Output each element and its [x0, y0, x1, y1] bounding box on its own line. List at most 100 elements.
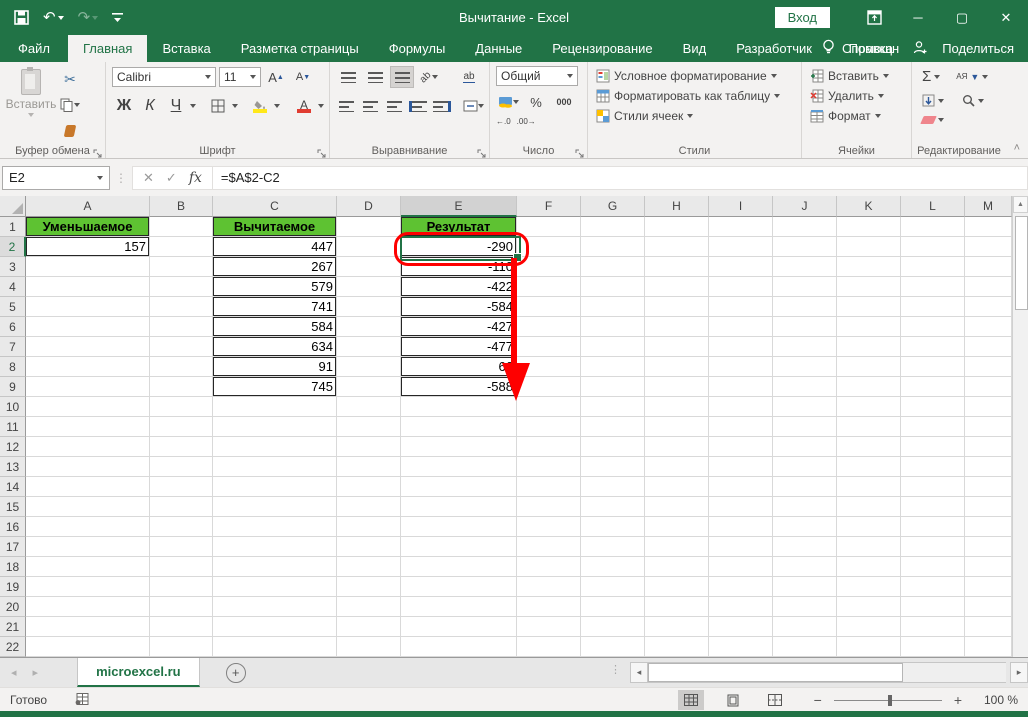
cell-M21[interactable]: [965, 617, 1012, 637]
cell-M6[interactable]: [965, 317, 1012, 337]
cell-E8[interactable]: 66: [401, 357, 517, 377]
cell-L9[interactable]: [901, 377, 965, 397]
cell-F1[interactable]: [517, 217, 581, 237]
column-header-J[interactable]: J: [773, 196, 837, 217]
cell-I21[interactable]: [709, 617, 773, 637]
font-size-select[interactable]: 11: [219, 67, 261, 87]
tab-insert[interactable]: Вставка: [147, 35, 225, 62]
cell-H11[interactable]: [645, 417, 709, 437]
cell-M10[interactable]: [965, 397, 1012, 417]
cell-I18[interactable]: [709, 557, 773, 577]
cell-F20[interactable]: [517, 597, 581, 617]
zoom-in-icon[interactable]: +: [950, 692, 966, 708]
cell-C13[interactable]: [213, 457, 337, 477]
cell-J15[interactable]: [773, 497, 837, 517]
cell-G20[interactable]: [581, 597, 645, 617]
copy-button[interactable]: [58, 94, 82, 116]
cell-E1[interactable]: Результат: [401, 217, 517, 237]
cell-H13[interactable]: [645, 457, 709, 477]
cell-A21[interactable]: [26, 617, 150, 637]
bold-button[interactable]: Ж: [112, 95, 136, 117]
row-header-8[interactable]: 8: [0, 357, 26, 377]
horizontal-scroll-track[interactable]: [648, 662, 1006, 683]
cell-K13[interactable]: [837, 457, 901, 477]
zoom-slider[interactable]: [834, 700, 942, 701]
cell-D21[interactable]: [337, 617, 401, 637]
cell-H7[interactable]: [645, 337, 709, 357]
cell-D15[interactable]: [337, 497, 401, 517]
tab-review[interactable]: Рецензирование: [537, 35, 667, 62]
conditional-formatting-button[interactable]: Условное форматирование: [594, 66, 797, 86]
cell-D16[interactable]: [337, 517, 401, 537]
cell-J19[interactable]: [773, 577, 837, 597]
select-all-corner[interactable]: [0, 196, 26, 217]
zoom-out-icon[interactable]: −: [810, 692, 826, 708]
cell-D11[interactable]: [337, 417, 401, 437]
cell-I11[interactable]: [709, 417, 773, 437]
cell-D3[interactable]: [337, 257, 401, 277]
cell-H17[interactable]: [645, 537, 709, 557]
cell-A5[interactable]: [26, 297, 150, 317]
row-header-19[interactable]: 19: [0, 577, 26, 597]
cell-B22[interactable]: [150, 637, 213, 657]
cell-L13[interactable]: [901, 457, 965, 477]
cancel-icon[interactable]: ✕: [143, 170, 154, 186]
paste-button[interactable]: Вставить: [6, 66, 56, 142]
cell-H16[interactable]: [645, 517, 709, 537]
cell-J11[interactable]: [773, 417, 837, 437]
cell-C11[interactable]: [213, 417, 337, 437]
cell-F7[interactable]: [517, 337, 581, 357]
cell-E19[interactable]: [401, 577, 517, 597]
add-sheet-icon[interactable]: +: [226, 663, 246, 683]
tab-data[interactable]: Данные: [460, 35, 537, 62]
cell-G13[interactable]: [581, 457, 645, 477]
cell-G22[interactable]: [581, 637, 645, 657]
column-header-M[interactable]: M: [965, 196, 1012, 217]
cell-A8[interactable]: [26, 357, 150, 377]
cell-F22[interactable]: [517, 637, 581, 657]
row-header-16[interactable]: 16: [0, 517, 26, 537]
delete-cells-button[interactable]: Удалить: [808, 86, 907, 106]
cell-G6[interactable]: [581, 317, 645, 337]
cell-D9[interactable]: [337, 377, 401, 397]
column-header-F[interactable]: F: [517, 196, 581, 217]
cell-D6[interactable]: [337, 317, 401, 337]
cell-I20[interactable]: [709, 597, 773, 617]
cell-K2[interactable]: [837, 237, 901, 257]
cell-D5[interactable]: [337, 297, 401, 317]
cell-G1[interactable]: [581, 217, 645, 237]
row-header-2[interactable]: 2: [0, 237, 26, 257]
cell-B4[interactable]: [150, 277, 213, 297]
insert-cells-button[interactable]: Вставить: [808, 66, 907, 86]
cell-C20[interactable]: [213, 597, 337, 617]
sort-filter-button[interactable]: АЯ▼: [952, 70, 992, 84]
cell-J2[interactable]: [773, 237, 837, 257]
scroll-right-icon[interactable]: ▸: [1010, 662, 1028, 683]
cell-G8[interactable]: [581, 357, 645, 377]
cell-B7[interactable]: [150, 337, 213, 357]
cell-D4[interactable]: [337, 277, 401, 297]
column-header-H[interactable]: H: [645, 196, 709, 217]
cut-button[interactable]: ✂: [58, 68, 82, 90]
align-right-button[interactable]: [384, 95, 405, 117]
cell-J20[interactable]: [773, 597, 837, 617]
cell-F8[interactable]: [517, 357, 581, 377]
cell-H5[interactable]: [645, 297, 709, 317]
cell-M5[interactable]: [965, 297, 1012, 317]
row-header-4[interactable]: 4: [0, 277, 26, 297]
percent-style-button[interactable]: %: [524, 91, 548, 113]
vertical-scroll-thumb[interactable]: [1015, 216, 1028, 310]
cell-E2[interactable]: -290: [401, 237, 517, 257]
cell-H8[interactable]: [645, 357, 709, 377]
redo-caret-icon[interactable]: [92, 16, 98, 20]
cell-C21[interactable]: [213, 617, 337, 637]
cell-G19[interactable]: [581, 577, 645, 597]
cell-L18[interactable]: [901, 557, 965, 577]
cell-G3[interactable]: [581, 257, 645, 277]
cell-G21[interactable]: [581, 617, 645, 637]
cell-E10[interactable]: [401, 397, 517, 417]
row-header-6[interactable]: 6: [0, 317, 26, 337]
column-header-L[interactable]: L: [901, 196, 965, 217]
cell-J5[interactable]: [773, 297, 837, 317]
tab-home[interactable]: Главная: [68, 35, 147, 62]
